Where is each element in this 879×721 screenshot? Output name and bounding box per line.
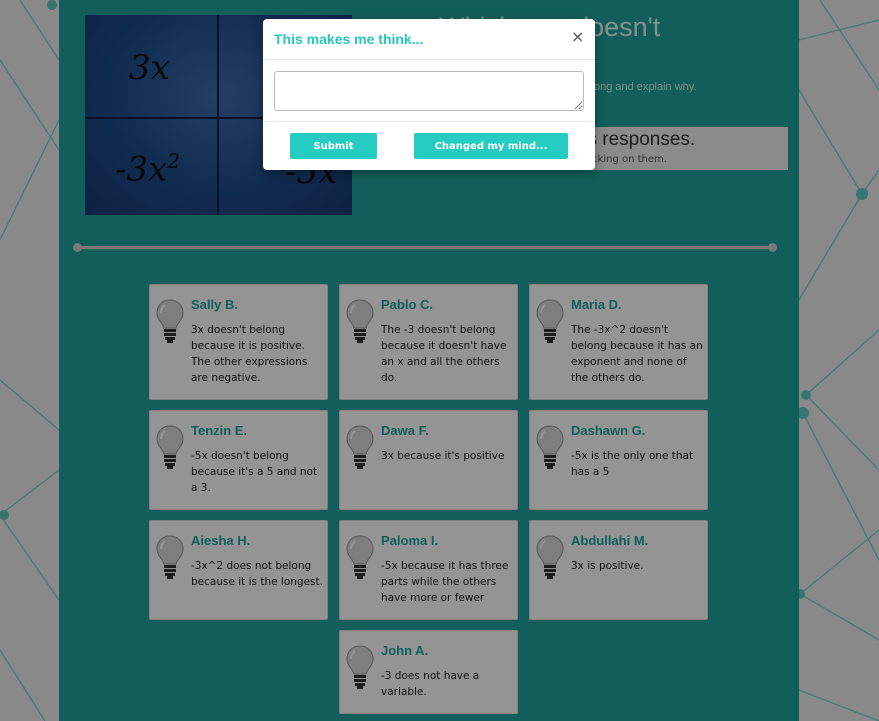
close-icon[interactable]: × [571, 29, 584, 45]
response-textarea[interactable] [274, 71, 584, 111]
modal-footer: Submit Changed my mind... [263, 121, 595, 170]
changed-mind-button[interactable]: Changed my mind... [414, 133, 568, 159]
think-modal: This makes me think... × Submit Changed … [263, 19, 595, 170]
submit-button[interactable]: Submit [290, 133, 377, 159]
modal-title: This makes me think... [274, 31, 424, 47]
modal-header: This makes me think... × [263, 19, 595, 60]
